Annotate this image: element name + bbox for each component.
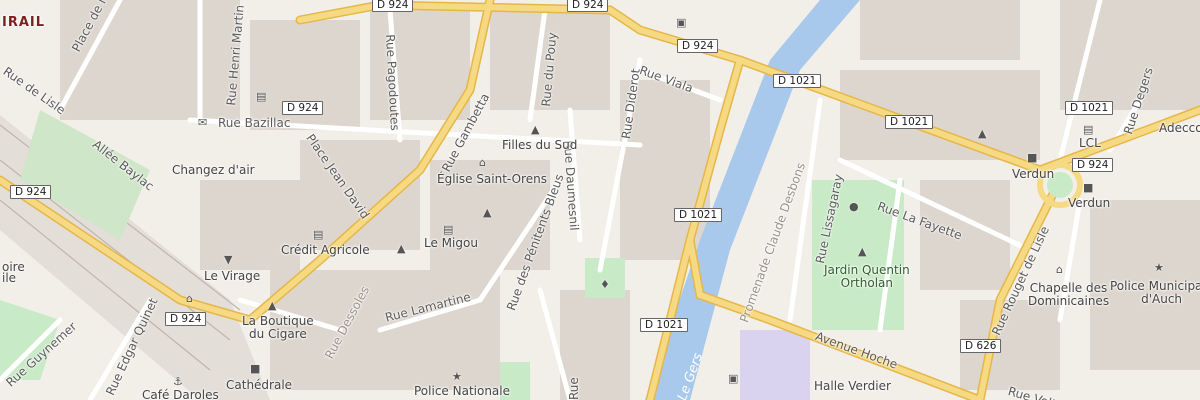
chapel-icon[interactable]: ⌂	[1056, 264, 1063, 275]
poi-police-municipale[interactable]: Police Municipale d'Auch	[1110, 280, 1200, 306]
bar-icon[interactable]: ▼	[224, 254, 232, 265]
poi-partial-left-2[interactable]: ile	[2, 272, 16, 285]
clothes-shop-icon[interactable]: ▲	[531, 124, 539, 135]
bank-lcl-icon[interactable]: ▤	[1083, 124, 1093, 135]
road-shield-d1021[interactable]: D 1021	[674, 208, 723, 222]
poi-lcl[interactable]: LCL	[1079, 137, 1101, 150]
halle-area	[740, 330, 810, 400]
shop-icon[interactable]: ▣	[676, 17, 686, 28]
bank-icon[interactable]: ⌂	[186, 293, 193, 304]
market-icon[interactable]: ▣	[728, 373, 738, 384]
restaurant-icon[interactable]: ⚓	[173, 376, 183, 387]
police-icon[interactable]: ★	[452, 371, 462, 382]
poi-verdun[interactable]: Verdun	[1068, 197, 1110, 210]
poi-eglise-saint-orens[interactable]: Église Saint-Orens	[437, 173, 547, 186]
road-shield-d924[interactable]: D 924	[10, 185, 52, 199]
district-label: IRAIL	[2, 15, 46, 30]
road-shield-d1021[interactable]: D 1021	[640, 318, 689, 332]
poi-credit-agricole[interactable]: Crédit Agricole	[281, 244, 370, 257]
poi-halle-verdier[interactable]: Halle Verdier	[814, 380, 891, 393]
map-base-layer	[0, 0, 1200, 400]
book-icon[interactable]: ▤	[443, 224, 453, 235]
poi-changez-dair[interactable]: Changez d'air	[172, 164, 255, 177]
road-shield-d924[interactable]: D 924	[165, 312, 207, 326]
poi-chapelle-des-dominicaines[interactable]: Chapelle des Dominicaines	[1028, 282, 1109, 308]
bus-stop-icon[interactable]: ■	[1083, 182, 1093, 193]
theatre-icon[interactable]: ●	[849, 201, 859, 212]
post-office-icon[interactable]: ✉	[198, 117, 207, 128]
road-shield-d924[interactable]: D 924	[372, 0, 414, 12]
road-shield-d924[interactable]: D 924	[567, 0, 609, 12]
park-tree-icon[interactable]: ▲	[858, 246, 866, 257]
atm-icon[interactable]: ▤	[313, 229, 323, 240]
poi-jardin-quentin-ortholan[interactable]: Jardin Quentin Ortholan	[824, 264, 910, 290]
poi-police-nationale[interactable]: Police Nationale	[414, 385, 510, 398]
poi-cafe-daroles[interactable]: Café Daroles	[142, 389, 219, 400]
road-shield-d1021[interactable]: D 1021	[885, 115, 934, 129]
road-shield-d924[interactable]: D 924	[1072, 158, 1114, 172]
road-shield-d1021[interactable]: D 1021	[1065, 101, 1114, 115]
poi-adecco[interactable]: Adecco	[1159, 122, 1200, 135]
cluster-icon[interactable]: ▲	[978, 128, 986, 139]
poi-la-boutique-du-cigare[interactable]: La Boutique du Cigare	[242, 315, 314, 341]
street-rue-bazillac: Rue Bazillac	[218, 116, 291, 130]
bus-stop-icon[interactable]: ■	[250, 363, 260, 374]
tobacco-shop-icon[interactable]: ▲	[268, 300, 276, 311]
road-shield-d626[interactable]: D 626	[960, 339, 1002, 353]
poi-le-migou[interactable]: Le Migou	[424, 237, 478, 250]
road-shield-d924[interactable]: D 924	[677, 39, 719, 53]
church-icon[interactable]: ⌂	[479, 157, 486, 168]
atm-icon[interactable]: ▤	[256, 91, 266, 102]
poi-le-virage[interactable]: Le Virage	[204, 270, 260, 283]
poi-verdun[interactable]: Verdun	[1012, 168, 1054, 181]
monument-icon[interactable]: ♦	[600, 279, 610, 290]
clothes-shop-icon[interactable]: ▲	[483, 207, 491, 218]
bus-stop-icon[interactable]: ■	[1027, 152, 1037, 163]
poi-filles-du-sud[interactable]: Filles du Sud	[502, 139, 577, 152]
police-icon[interactable]: ★	[1154, 262, 1164, 273]
road-shield-d1021[interactable]: D 1021	[773, 74, 822, 88]
poi-cathedrale[interactable]: Cathédrale	[226, 379, 292, 392]
road-shield-d924[interactable]: D 924	[282, 101, 324, 115]
clothes-shop-icon[interactable]: ▲	[397, 243, 405, 254]
street-rue-bottom: Rue	[567, 377, 581, 400]
map-canvas[interactable]: IRAIL D 924 D 924 D 924 D 924 D 924 D 92…	[0, 0, 1200, 400]
